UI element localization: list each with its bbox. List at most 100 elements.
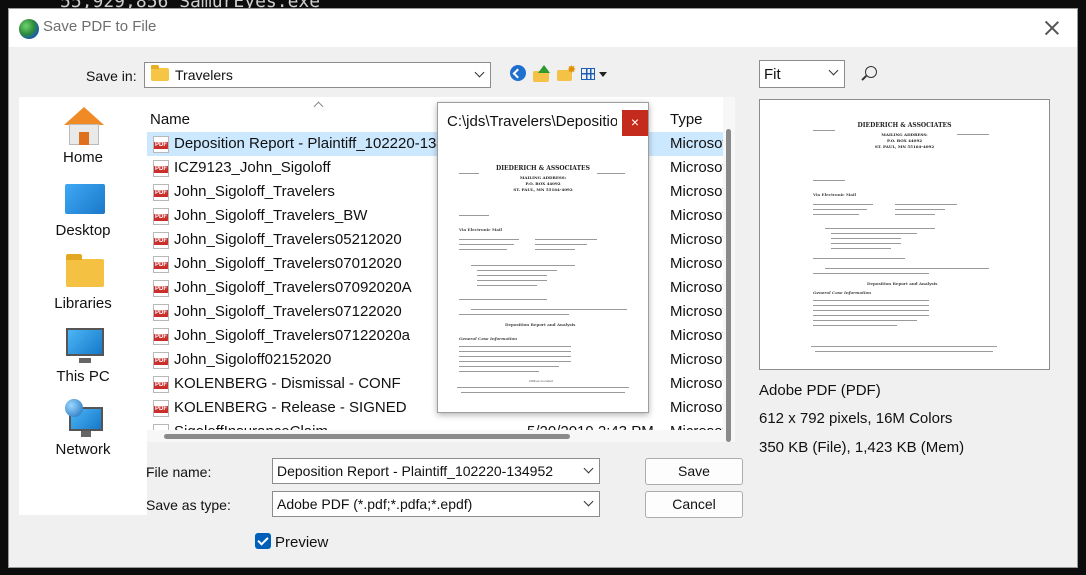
file-type-cell: Microsoft Edge PDF Document: [670, 399, 723, 416]
save-as-type-value: Adobe PDF (*.pdf;*.pdfa;*.epdf): [277, 496, 473, 512]
preview-dimensions: 612 x 792 pixels, 16M Colors: [759, 410, 953, 427]
pdf-file-icon: PDF: [153, 208, 169, 225]
network-icon: [65, 399, 105, 439]
file-name-cell: KOLENBERG - Release - SIGNED: [174, 399, 407, 416]
pdf-file-icon: PDF: [153, 376, 169, 393]
file-name-cell: John_Sigoloff_Travelers07122020: [174, 303, 402, 320]
file-type-cell: Microsoft Edge PDF Document: [670, 279, 723, 296]
sort-ascending-icon: [313, 101, 324, 112]
file-type-cell: Microsoft Edge PDF Document: [670, 159, 723, 176]
cancel-button[interactable]: Cancel: [645, 491, 743, 518]
chevron-down-icon[interactable]: [584, 465, 593, 474]
tooltip-path: C:\jds\Travelers\Deposition Report - Pla…: [447, 113, 617, 130]
folder-icon: [151, 65, 169, 81]
file-name-cell: John_Sigoloff_Travelers: [174, 183, 335, 200]
pdf-file-icon: PDF: [153, 184, 169, 201]
globe-app-icon: [19, 19, 39, 39]
scrollbar-thumb[interactable]: [726, 129, 731, 442]
file-type-cell: Microsoft Edge PDF Document: [670, 351, 723, 368]
pdf-file-icon: PDF: [153, 160, 169, 177]
file-name-value: Deposition Report - Plaintiff_102220-134…: [277, 463, 554, 479]
column-header-name[interactable]: Name: [150, 111, 190, 128]
place-label: Libraries: [54, 295, 112, 312]
preview-pane: DIEDERICH & ASSOCIATES MAILING ADDRESS: …: [759, 99, 1050, 370]
doc-general: General Case Information: [459, 336, 518, 341]
file-name-cell: John_Sigoloff_Travelers07092020A: [174, 279, 412, 296]
file-name-cell: John_Sigoloff02152020: [174, 351, 332, 368]
file-name-cell: John_Sigoloff_Travelers05212020: [174, 231, 402, 248]
file-name-input[interactable]: Deposition Report - Plaintiff_102220-134…: [272, 458, 600, 484]
file-name-cell: KOLENBERG - Dismissal - CONF: [174, 375, 401, 392]
pdf-file-icon: PDF: [153, 256, 169, 273]
window-title: Save PDF to File: [43, 18, 157, 35]
file-name-cell: John_Sigoloff_Travelers07122020a: [174, 327, 411, 344]
doc-pobox: P.O. BOX 44092: [525, 181, 561, 186]
file-type-cell: Microsoft Edge PDF Document: [670, 231, 723, 248]
save-pdf-dialog: Save PDF to File Save in: Travelers ✸ Ho…: [8, 8, 1078, 568]
doc-section: Deposition Report and Analysis: [867, 281, 938, 286]
doc-mailing: MAILING ADDRESS:: [519, 175, 567, 180]
tooltip-close-button[interactable]: ×: [622, 110, 648, 136]
file-type-cell: Microsoft Edge PDF Document: [670, 303, 723, 320]
doc-general: General Case Information: [813, 290, 872, 295]
places-bar: Home Desktop Libraries This PC Network: [19, 97, 147, 515]
save-in-value: Travelers: [175, 67, 233, 83]
preview-checkbox-label[interactable]: Preview: [275, 534, 328, 551]
this-pc-icon: [66, 328, 104, 363]
place-libraries[interactable]: Libraries: [19, 251, 147, 315]
place-desktop[interactable]: Desktop: [19, 178, 147, 242]
place-label: This PC: [56, 368, 110, 385]
pdf-file-icon: PDF: [153, 328, 169, 345]
save-button[interactable]: Save: [645, 458, 743, 485]
libraries-icon: [66, 254, 104, 287]
doc-city: ST. PAUL, MN 55164-4092: [874, 144, 935, 149]
place-label: Desktop: [55, 222, 111, 239]
doc-offices: Offices Located: [529, 379, 553, 383]
back-icon[interactable]: [510, 65, 526, 81]
file-type-cell: Microsoft Edge PDF Document: [670, 327, 723, 344]
column-header-type[interactable]: Type: [670, 111, 703, 128]
desktop-icon: [65, 184, 105, 214]
zoom-select[interactable]: Fit: [759, 60, 845, 88]
file-name-cell: John_Sigoloff_Travelers_BW: [174, 207, 368, 224]
pdf-file-icon: PDF: [153, 136, 169, 153]
file-preview-tooltip: C:\jds\Travelers\Deposition Report - Pla…: [437, 102, 649, 413]
file-type-cell: Microsoft Edge PDF Document: [670, 135, 723, 152]
zoom-value: Fit: [764, 66, 781, 83]
preview-size: 350 KB (File), 1,423 KB (Mem): [759, 439, 965, 456]
save-as-type-select[interactable]: Adobe PDF (*.pdf;*.pdfa;*.epdf): [272, 491, 600, 517]
chevron-down-icon: [475, 69, 484, 78]
up-folder-icon[interactable]: [533, 65, 550, 83]
place-label: Network: [55, 441, 111, 458]
place-network[interactable]: Network: [19, 397, 147, 461]
doc-via: Via Electronic Mail: [459, 227, 503, 232]
new-folder-icon[interactable]: ✸: [557, 65, 576, 83]
title-bar: Save PDF to File: [9, 9, 1077, 47]
place-label: Home: [62, 149, 103, 166]
save-as-type-label: Save as type:: [146, 497, 231, 513]
save-in-combo[interactable]: Travelers: [144, 62, 491, 88]
doc-firm: DIEDERICH & ASSOCIATES: [496, 165, 590, 172]
file-type-cell: Microsoft Edge PDF Document: [670, 183, 723, 200]
file-name-label: File name:: [146, 464, 212, 480]
file-type-cell: Microsoft Edge PDF Document: [670, 255, 723, 272]
close-icon[interactable]: [1039, 15, 1065, 41]
pdf-file-icon: PDF: [153, 280, 169, 297]
doc-section: Deposition Report and Analysis: [505, 322, 576, 327]
scrollbar-thumb[interactable]: [164, 434, 570, 439]
vertical-scrollbar[interactable]: [723, 97, 735, 442]
pdf-file-icon: PDF: [153, 232, 169, 249]
preview-checkbox[interactable]: [255, 533, 271, 549]
view-menu-icon[interactable]: [581, 65, 611, 83]
chevron-down-icon: [584, 498, 593, 507]
place-this-pc[interactable]: This PC: [19, 324, 147, 388]
magnifier-icon[interactable]: [865, 66, 877, 78]
preview-format: Adobe PDF (PDF): [759, 382, 881, 399]
save-in-label: Save in:: [86, 68, 137, 84]
horizontal-scrollbar[interactable]: [147, 430, 723, 442]
chevron-down-icon: [829, 67, 838, 76]
place-home[interactable]: Home: [19, 105, 147, 169]
doc-via: Via Electronic Mail: [813, 192, 857, 197]
tooltip-document-thumbnail: DIEDERICH & ASSOCIATES MAILING ADDRESS: …: [447, 143, 639, 398]
file-type-cell: Microsoft Edge PDF Document: [670, 207, 723, 224]
